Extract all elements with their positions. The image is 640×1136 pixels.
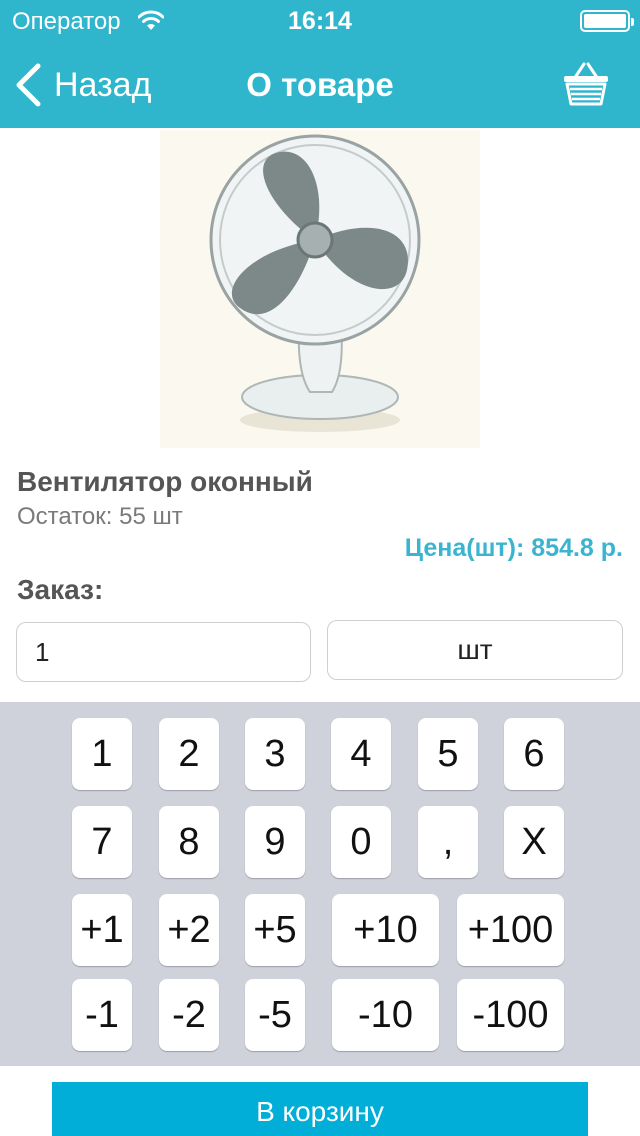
key-7[interactable]: 7 [72,806,132,878]
key-plus-5[interactable]: +5 [245,894,305,966]
fan-image [209,134,421,432]
key-4[interactable]: 4 [331,718,391,790]
page-title: О товаре [246,66,394,103]
product-stock: Остаток: 55 шт [17,503,183,530]
product-name: Вентилятор оконный [17,466,313,497]
unit-selector-button[interactable]: шт [327,620,623,680]
key-minus-2[interactable]: -2 [159,979,219,1051]
key-minus-10[interactable]: -10 [332,979,439,1051]
key-minus-5[interactable]: -5 [245,979,305,1051]
numeric-keypad: 1 2 3 4 5 6 7 8 9 0 , X +1 +2 +5 +10 +10… [0,702,640,1066]
key-0[interactable]: 0 [331,806,391,878]
key-2[interactable]: 2 [159,718,219,790]
key-3[interactable]: 3 [245,718,305,790]
basket-icon[interactable] [562,60,610,106]
key-plus-1[interactable]: +1 [72,894,132,966]
key-1[interactable]: 1 [72,718,132,790]
status-bar: Оператор 16:14 [0,0,640,40]
quantity-input[interactable] [16,622,311,682]
key-plus-2[interactable]: +2 [159,894,219,966]
navigation-bar: Оператор 16:14 Назад О товаре [0,0,640,128]
key-5[interactable]: 5 [418,718,478,790]
key-comma[interactable]: , [418,806,478,878]
order-label: Заказ: [17,574,104,605]
key-plus-10[interactable]: +10 [332,894,439,966]
clock: 16:14 [288,7,352,35]
key-9[interactable]: 9 [245,806,305,878]
key-minus-1[interactable]: -1 [72,979,132,1051]
battery-icon [580,10,634,32]
product-price: Цена(шт): 854.8 р. [404,534,623,562]
product-image [160,130,480,448]
key-minus-100[interactable]: -100 [457,979,564,1051]
key-8[interactable]: 8 [159,806,219,878]
add-to-cart-button[interactable]: В корзину [52,1082,588,1136]
key-clear[interactable]: X [504,806,564,878]
key-6[interactable]: 6 [504,718,564,790]
key-plus-100[interactable]: +100 [457,894,564,966]
